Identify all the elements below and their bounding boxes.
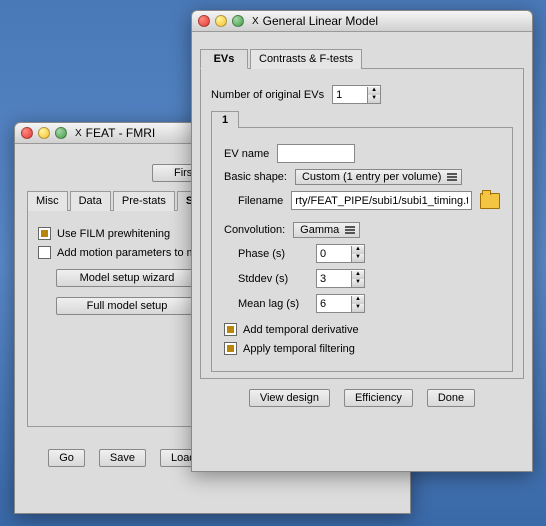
up-arrow-icon[interactable]: ▲ [352, 271, 364, 279]
close-icon[interactable] [21, 127, 33, 139]
tab-evs[interactable]: EVs [200, 49, 248, 69]
add-motion-label: Add motion parameters to mo [57, 247, 202, 259]
basic-shape-label: Basic shape: [224, 171, 287, 183]
use-film-checkbox[interactable] [38, 227, 51, 240]
glm-tabs: EVs Contrasts & F-tests [200, 48, 524, 69]
folder-icon[interactable] [480, 193, 500, 209]
up-arrow-icon[interactable]: ▲ [352, 296, 364, 304]
add-motion-checkbox[interactable] [38, 246, 51, 259]
meanlag-label: Mean lag (s) [238, 298, 308, 310]
window-controls[interactable] [198, 15, 244, 27]
window-controls[interactable] [21, 127, 67, 139]
glm-window: X General Linear Model EVs Contrasts & F… [191, 10, 533, 472]
down-arrow-icon[interactable]: ▼ [368, 95, 380, 103]
meanlag-spinner[interactable]: 6 ▲▼ [316, 294, 365, 313]
done-button[interactable]: Done [427, 389, 475, 407]
x-icon: X [252, 16, 259, 27]
go-button[interactable]: Go [48, 449, 85, 467]
phase-label: Phase (s) [238, 248, 308, 260]
close-icon[interactable] [198, 15, 210, 27]
stddev-spinner[interactable]: 3 ▲▼ [316, 269, 365, 288]
add-temporal-checkbox[interactable] [224, 323, 237, 336]
ev-subtab-1[interactable]: 1 [211, 111, 239, 128]
num-evs-label: Number of original EVs [211, 89, 324, 101]
add-temporal-label: Add temporal derivative [243, 324, 359, 336]
use-film-label: Use FILM prewhitening [57, 228, 170, 240]
ev-name-input[interactable] [277, 144, 355, 163]
minimize-icon[interactable] [38, 127, 50, 139]
down-arrow-icon[interactable]: ▼ [352, 254, 364, 262]
stddev-label: Stddev (s) [238, 273, 308, 285]
ev-name-label: EV name [224, 148, 269, 160]
full-model-button[interactable]: Full model setup [56, 297, 198, 315]
meanlag-value[interactable]: 6 [317, 298, 351, 310]
up-arrow-icon[interactable]: ▲ [352, 246, 364, 254]
filename-label: Filename [238, 195, 283, 207]
basic-shape-value: Custom (1 entry per volume) [302, 171, 441, 183]
tab-misc[interactable]: Misc [27, 191, 68, 211]
convolution-label: Convolution: [224, 224, 285, 236]
zoom-icon[interactable] [232, 15, 244, 27]
dropdown-icon [345, 229, 355, 231]
apply-filter-checkbox[interactable] [224, 342, 237, 355]
feat-title: FEAT - FMRI [86, 126, 156, 140]
glm-titlebar: X General Linear Model [192, 11, 532, 32]
convolution-value: Gamma [300, 224, 339, 236]
tab-contrasts[interactable]: Contrasts & F-tests [250, 49, 362, 69]
up-arrow-icon[interactable]: ▲ [368, 87, 380, 95]
apply-filter-label: Apply temporal filtering [243, 343, 355, 355]
phase-value[interactable]: 0 [317, 248, 351, 260]
tab-prestats[interactable]: Pre-stats [113, 191, 175, 211]
down-arrow-icon[interactable]: ▼ [352, 304, 364, 312]
stddev-value[interactable]: 3 [317, 273, 351, 285]
efficiency-button[interactable]: Efficiency [344, 389, 413, 407]
num-evs-value[interactable]: 1 [333, 89, 367, 101]
num-evs-spinner[interactable]: 1 ▲▼ [332, 85, 381, 104]
tab-data[interactable]: Data [70, 191, 111, 211]
glm-title: General Linear Model [263, 14, 378, 28]
x-icon: X [75, 128, 82, 139]
filename-input[interactable] [291, 191, 472, 210]
phase-spinner[interactable]: 0 ▲▼ [316, 244, 365, 263]
minimize-icon[interactable] [215, 15, 227, 27]
zoom-icon[interactable] [55, 127, 67, 139]
dropdown-icon [447, 176, 457, 178]
view-design-button[interactable]: View design [249, 389, 330, 407]
down-arrow-icon[interactable]: ▼ [352, 279, 364, 287]
model-wizard-button[interactable]: Model setup wizard [56, 269, 198, 287]
convolution-dropdown[interactable]: Gamma [293, 222, 360, 238]
save-button[interactable]: Save [99, 449, 146, 467]
basic-shape-dropdown[interactable]: Custom (1 entry per volume) [295, 169, 462, 185]
